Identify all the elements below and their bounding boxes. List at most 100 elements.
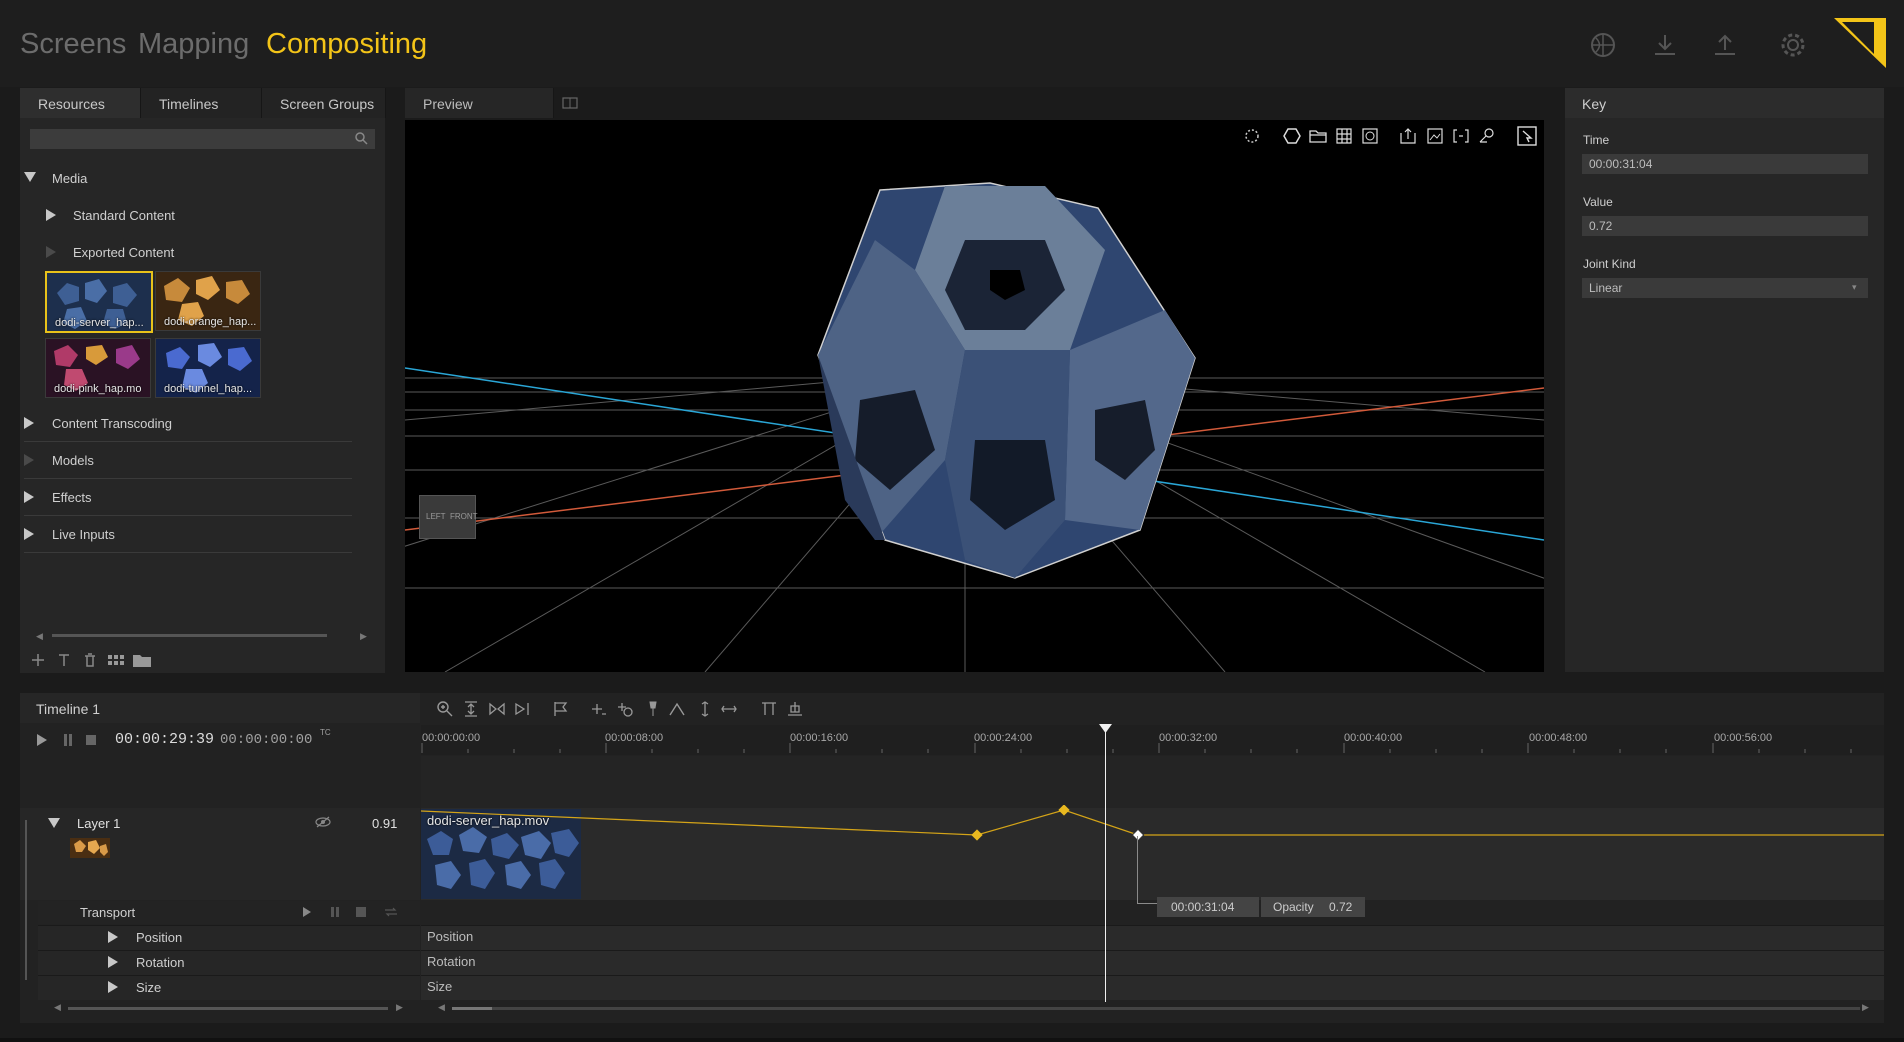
zoom-tool-icon[interactable]	[1479, 128, 1495, 144]
scroll-left-icon[interactable]: ◀	[54, 1002, 61, 1013]
upload-icon[interactable]	[1710, 30, 1740, 60]
time-field[interactable]: 00:00:31:04	[1582, 154, 1868, 174]
tree-models[interactable]: Models	[52, 453, 94, 468]
folder-view-icon[interactable]	[1309, 128, 1327, 144]
tooltip-leader	[1137, 903, 1157, 904]
export-frame-icon[interactable]	[1400, 128, 1416, 144]
scroll-right-icon[interactable]: ▶	[360, 631, 368, 641]
position-expand-arrow[interactable]	[108, 931, 118, 943]
horizontal-dots-icon[interactable]	[720, 700, 738, 718]
curve-icon[interactable]	[668, 700, 686, 718]
tree-content-transcoding[interactable]: Content Transcoding	[52, 416, 172, 431]
visibility-toggle-icon[interactable]	[315, 816, 331, 828]
divider	[24, 515, 352, 516]
timeline-scrollbar[interactable]	[452, 1007, 1860, 1010]
add-icon[interactable]	[30, 652, 46, 668]
nav-tab-compositing[interactable]: Compositing	[266, 28, 427, 61]
folder-icon[interactable]	[132, 652, 152, 668]
tree-live-inputs[interactable]: Live Inputs	[52, 527, 115, 542]
playhead[interactable]	[1105, 726, 1106, 1002]
fit-horizontal-icon[interactable]	[488, 700, 506, 718]
offset-time[interactable]: 00:00:00:00	[220, 732, 312, 748]
standard-content-arrow[interactable]	[46, 209, 56, 221]
media-thumbnail[interactable]: dodi-server_hap...	[45, 271, 153, 333]
tree-media[interactable]: Media	[52, 171, 87, 186]
tree-effects[interactable]: Effects	[52, 490, 92, 505]
playhead-handle-icon[interactable]	[1099, 724, 1112, 733]
marker-flag-icon[interactable]	[552, 700, 570, 718]
scroll-left-icon[interactable]: ◀	[438, 1002, 445, 1013]
scroll-right-icon[interactable]: ▶	[1862, 1002, 1869, 1013]
grid-view-icon[interactable]	[107, 652, 125, 668]
view-cube[interactable]: LEFT FRONT	[419, 495, 478, 539]
bracket-icon[interactable]	[1453, 128, 1469, 144]
rotation-expand-arrow[interactable]	[108, 956, 118, 968]
content-transcoding-arrow[interactable]	[24, 417, 34, 429]
live-inputs-arrow[interactable]	[24, 528, 34, 540]
scroll-left-icon[interactable]: ◀	[36, 631, 44, 641]
split-clip-icon[interactable]	[760, 700, 778, 718]
pause-icon[interactable]	[62, 733, 74, 747]
timeline-vertical-scrollbar[interactable]	[25, 820, 27, 980]
timeline-scroll-thumb[interactable]	[452, 1007, 492, 1010]
layer-thumbnail	[70, 838, 110, 858]
opacity-curve[interactable]	[421, 805, 1884, 865]
media-collapse-arrow[interactable]	[24, 172, 36, 182]
layers-scrollbar[interactable]	[68, 1007, 388, 1010]
property-size-label[interactable]: Size	[136, 980, 161, 995]
stop-icon[interactable]	[85, 734, 97, 746]
effects-arrow[interactable]	[24, 491, 34, 503]
transport-pause-icon[interactable]	[330, 906, 340, 918]
value-field[interactable]: 0.72	[1582, 216, 1868, 236]
tab-resources[interactable]: Resources	[20, 88, 141, 118]
tab-screen-groups[interactable]: Screen Groups	[262, 88, 386, 118]
select-tool-icon[interactable]	[1517, 126, 1537, 146]
layer-name[interactable]: Layer 1	[77, 816, 120, 831]
zoom-in-icon[interactable]	[436, 700, 454, 718]
current-time[interactable]: 00:00:29:39	[115, 731, 214, 748]
gear-icon[interactable]	[1778, 30, 1808, 60]
trash-icon[interactable]	[82, 652, 98, 668]
play-icon[interactable]	[36, 733, 48, 747]
add-point-icon[interactable]	[616, 700, 634, 718]
size-expand-arrow[interactable]	[108, 981, 118, 993]
tab-preview[interactable]: Preview	[405, 88, 554, 118]
media-thumbnail[interactable]: dodi-orange_hap...	[155, 271, 261, 331]
download-icon[interactable]	[1650, 30, 1680, 60]
preview-viewport[interactable]: LEFT FRONT	[405, 120, 1544, 672]
image-icon[interactable]	[1427, 128, 1443, 144]
resources-scrollbar[interactable]	[52, 634, 327, 637]
align-bottom-icon[interactable]	[786, 700, 804, 718]
joint-kind-select[interactable]: Linear	[1582, 278, 1868, 298]
media-thumbnail[interactable]: dodi-pink_hap.mo	[45, 338, 151, 398]
layer-opacity-value[interactable]: 0.91	[372, 816, 397, 831]
tree-exported-content[interactable]: Exported Content	[73, 245, 174, 260]
transport-play-icon[interactable]	[302, 906, 312, 918]
transport-loop-icon[interactable]	[384, 906, 398, 918]
chevron-down-icon[interactable]: ▾	[1852, 282, 1857, 293]
scroll-right-icon[interactable]: ▶	[396, 1002, 403, 1013]
go-to-end-icon[interactable]	[514, 700, 532, 718]
camera-target-icon[interactable]	[1362, 128, 1378, 144]
tab-timelines[interactable]: Timelines	[141, 88, 262, 118]
add-keyframe-icon[interactable]	[590, 700, 608, 718]
vertical-dots-icon[interactable]	[696, 700, 714, 718]
search-input[interactable]	[30, 129, 375, 149]
tree-standard-content[interactable]: Standard Content	[73, 208, 175, 223]
media-thumbnail[interactable]: dodi-tunnel_hap...	[155, 338, 261, 398]
search-icon[interactable]	[354, 131, 368, 145]
fit-vertical-icon[interactable]	[462, 700, 480, 718]
nav-tab-mapping[interactable]: Mapping	[138, 28, 249, 61]
globe-icon[interactable]	[1588, 30, 1618, 60]
transport-stop-icon[interactable]	[356, 907, 366, 917]
loading-spinner-icon[interactable]	[1244, 128, 1260, 144]
pin-icon[interactable]	[644, 700, 662, 718]
split-view-icon[interactable]	[562, 96, 578, 110]
property-position-label[interactable]: Position	[136, 930, 182, 945]
property-rotation-label[interactable]: Rotation	[136, 955, 184, 970]
layer-collapse-arrow[interactable]	[48, 818, 60, 828]
text-icon[interactable]	[56, 652, 72, 668]
hexagon-icon[interactable]	[1283, 128, 1301, 144]
grid-icon[interactable]	[1336, 128, 1352, 144]
nav-tab-screens[interactable]: Screens	[20, 28, 126, 61]
